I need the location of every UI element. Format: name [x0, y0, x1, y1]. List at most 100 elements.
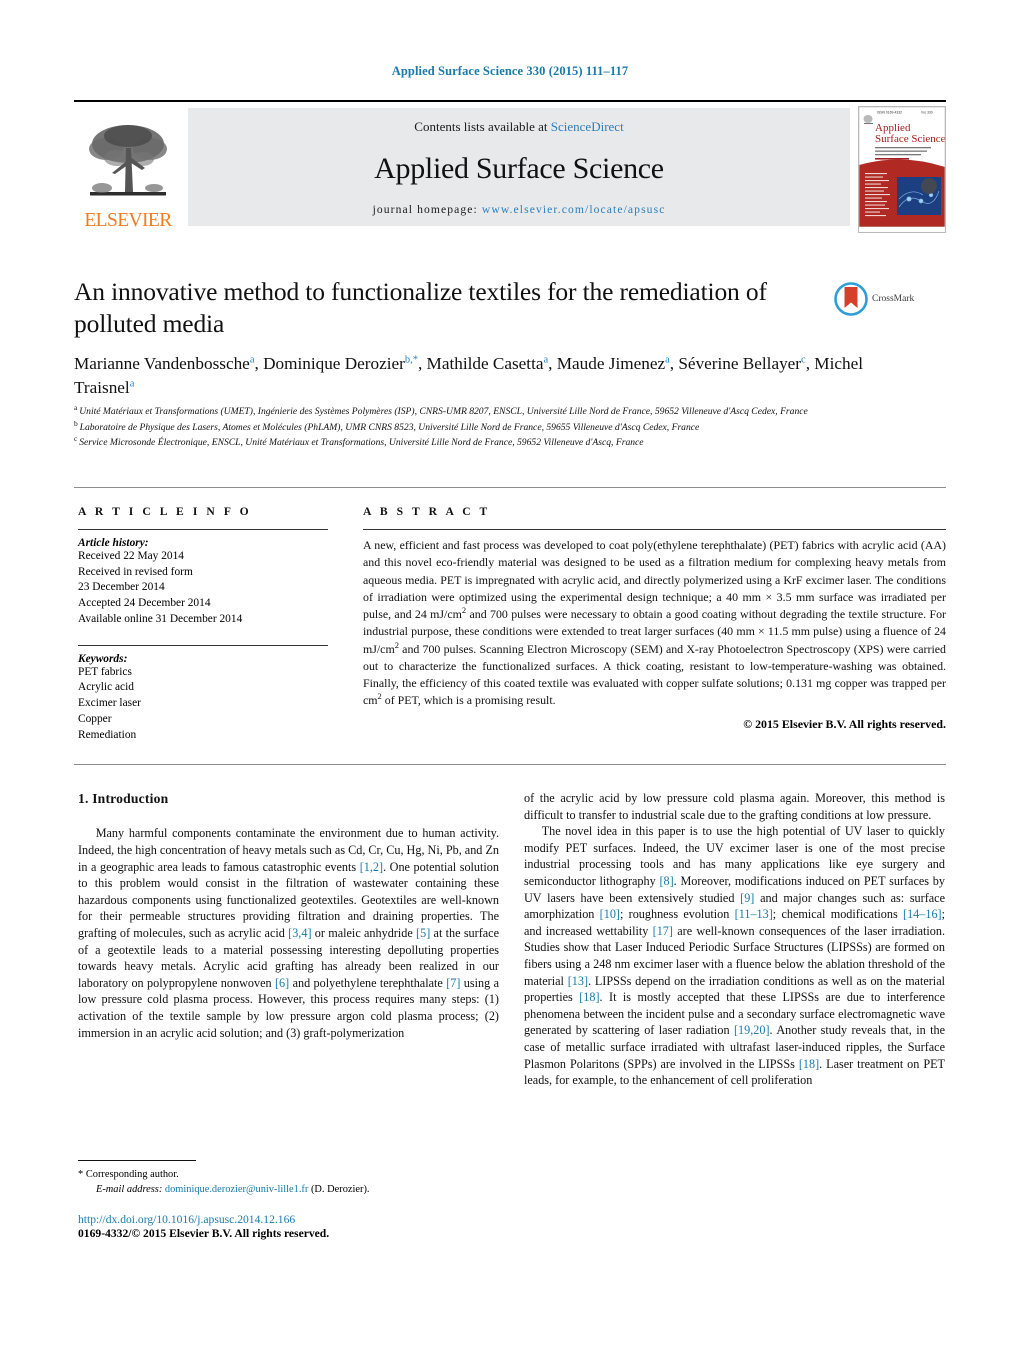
body-paragraph: of the acrylic acid by low pressure cold… [524, 791, 945, 822]
affiliation-list: a Unité Matériaux et Transformations (UM… [74, 404, 954, 451]
affiliation-line: b Laboratoire de Physique des Lasers, At… [74, 418, 700, 433]
author-affiliation-mark: a [665, 354, 670, 366]
divider-below-abstract [74, 764, 946, 765]
article-history-line: Received 22 May 2014 [78, 550, 184, 562]
article-info-column: A R T I C L E I N F O Article history: R… [78, 505, 328, 743]
author-affiliation-mark: c [801, 354, 806, 366]
citation-link[interactable]: [5] [416, 926, 430, 940]
keywords-block: Keywords: PET fabrics Acrylic acid Excimer… [78, 644, 328, 744]
journal-title: Applied Surface Science [374, 152, 664, 185]
abstract-heading: A B S T R A C T [363, 505, 491, 518]
abstract-text: A new, efficient and fast process was de… [363, 537, 946, 710]
article-history-label: Article history: [78, 537, 149, 549]
issn-copyright-line: 0169-4332/© 2015 Elsevier B.V. All right… [78, 1227, 330, 1240]
keyword-item: Excimer laser [78, 697, 141, 710]
author-affiliation-mark: a [249, 354, 255, 366]
elsevier-tree-icon [89, 124, 167, 195]
affiliation-mark: c [74, 433, 80, 443]
author-name: Marianne Vandenbossche [74, 354, 250, 373]
author-name: Maude Jimenez [556, 354, 666, 373]
homepage-url-link[interactable]: www.elsevier.com/locate/apsusc [482, 203, 666, 216]
doi-link[interactable]: http://dx.doi.org/10.1016/j.apsusc.2014.… [78, 1213, 558, 1226]
article-history-line: Received in revised form [78, 565, 193, 578]
email-suffix: (D. Derozier). [310, 1184, 370, 1196]
journal-homepage-line: journal homepage: www.elsevier.com/locat… [373, 203, 666, 216]
keyword-item: PET fabrics [78, 665, 132, 678]
svg-text:Surface Science: Surface Science [875, 133, 945, 145]
author-affiliation-mark: b,* [404, 354, 418, 366]
author-name: Séverine Bellayer [678, 354, 802, 373]
article-history-line: 23 December 2014 [78, 581, 165, 594]
paper-page: Applied Surface Science 330 (2015) 111–1… [0, 0, 1020, 1351]
body-paragraph: Many harmful components contaminate the … [78, 826, 499, 1040]
affiliation-line: c Service Microsonde Électronique, ENSCL… [74, 433, 644, 449]
citation-link[interactable]: [17] [653, 924, 673, 938]
page-title: An innovative method to functionalize te… [74, 277, 767, 339]
cover-art-icon: ISSN 0169-4332 Vol. 330 Applied Surface … [858, 106, 946, 228]
journal-masthead: ELSEVIER Contents lists available at Sci… [74, 100, 946, 233]
journal-cover-thumbnail: ISSN 0169-4332 Vol. 330 Applied Surface … [858, 106, 946, 233]
sciencedirect-link[interactable]: ScienceDirect [551, 119, 624, 134]
article-history-lines: Received 22 May 2014 Received in revised … [78, 549, 328, 628]
abstract-column: A B S T R A C T A new, efficient and fas… [363, 505, 946, 732]
citation-link[interactable]: [10] [600, 907, 620, 921]
article-history-line: Available online 31 December 2014 [78, 612, 243, 625]
body-left-column: 1. Introduction Many harmful components … [78, 790, 499, 1041]
body-paragraph: The novel idea in this paper is to use t… [524, 824, 946, 1088]
corresponding-author-line: * Corresponding author. [78, 1167, 499, 1182]
affiliation-mark: a [74, 402, 80, 412]
email-label: E-mail address: [96, 1184, 163, 1196]
contents-available-line: Contents lists available at ScienceDirec… [414, 119, 623, 135]
citation-link[interactable]: [11–13] [735, 907, 773, 921]
citation-link[interactable]: [9] [740, 891, 754, 905]
elsevier-logo: ELSEVIER [74, 102, 182, 230]
citation-link[interactable]: [3,4] [288, 926, 311, 940]
contents-prefix: Contents lists available at [414, 119, 548, 134]
homepage-prefix: journal homepage: [372, 203, 478, 216]
author-name: Dominique Derozier [263, 354, 405, 373]
crossmark-icon [834, 282, 868, 316]
elsevier-wordmark: ELSEVIER [84, 209, 172, 231]
citation-link[interactable]: [19,20] [734, 1023, 770, 1037]
email-link[interactable]: dominique.derozier@univ-lille1.fr [165, 1184, 308, 1195]
title-row: An innovative method to functionalize te… [74, 276, 946, 341]
journal-band: Contents lists available at ScienceDirec… [188, 108, 850, 226]
citation-link[interactable]: [14–16] [903, 907, 942, 921]
running-head: Applied Surface Science 330 (2015) 111–1… [391, 64, 629, 78]
article-info-heading: A R T I C L E I N F O [78, 505, 252, 518]
citation-link[interactable]: [18] [579, 990, 599, 1004]
abstract-rule [363, 529, 946, 530]
right-column-paragraphs: of the acrylic acid by low pressure cold… [524, 790, 945, 1089]
body-right-column: of the acrylic acid by low pressure cold… [524, 790, 945, 1089]
crossmark-badge[interactable]: CrossMark [834, 282, 930, 316]
author-list: Marianne Vandenbosschea, Dominique Deroz… [74, 354, 863, 398]
keyword-item: Copper [78, 712, 112, 725]
article-info-rule [78, 529, 328, 530]
author-name: Mathilde Casetta [426, 354, 544, 373]
citation-link[interactable]: [8] [659, 874, 673, 888]
crossmark-label: CrossMark [872, 294, 915, 304]
citation-link[interactable]: [1,2] [360, 860, 383, 874]
affiliation-mark: b [74, 418, 80, 428]
article-history-line: Accepted 24 December 2014 [78, 597, 211, 610]
left-column-paragraphs: Many harmful components contaminate the … [78, 825, 499, 1041]
citation-link[interactable]: [13] [568, 974, 588, 988]
citation-link[interactable]: [18] [799, 1057, 819, 1071]
keyword-item: Remediation [78, 728, 137, 741]
abstract-paragraph: A new, efficient and fast process was de… [363, 538, 946, 708]
keywords-lines: PET fabrics Acrylic acid Excimer laser Copp… [78, 665, 328, 744]
section-heading-introduction: 1. Introduction [78, 791, 169, 806]
keywords-rule [78, 644, 328, 646]
affiliation-line: a Unité Matériaux et Transformations (UM… [74, 402, 808, 417]
corresponding-author-footnote: * Corresponding author. E-mail address: … [78, 1160, 499, 1197]
abstract-copyright: © 2015 Elsevier B.V. All rights reserved… [743, 716, 946, 731]
doi-block: http://dx.doi.org/10.1016/j.apsusc.2014.… [78, 1213, 558, 1240]
citation-link[interactable]: [6] [275, 976, 289, 990]
citation-link[interactable]: [7] [446, 976, 460, 990]
svg-text:ISSN 0169-4332: ISSN 0169-4332 [877, 111, 902, 115]
email-line: E-mail address: dominique.derozier@univ-… [78, 1182, 499, 1197]
corresponding-marker: * [78, 1169, 84, 1180]
keywords-label: Keywords: [78, 652, 128, 665]
corresponding-text: Corresponding author. [85, 1169, 179, 1180]
author-affiliation-mark: a [543, 354, 549, 366]
